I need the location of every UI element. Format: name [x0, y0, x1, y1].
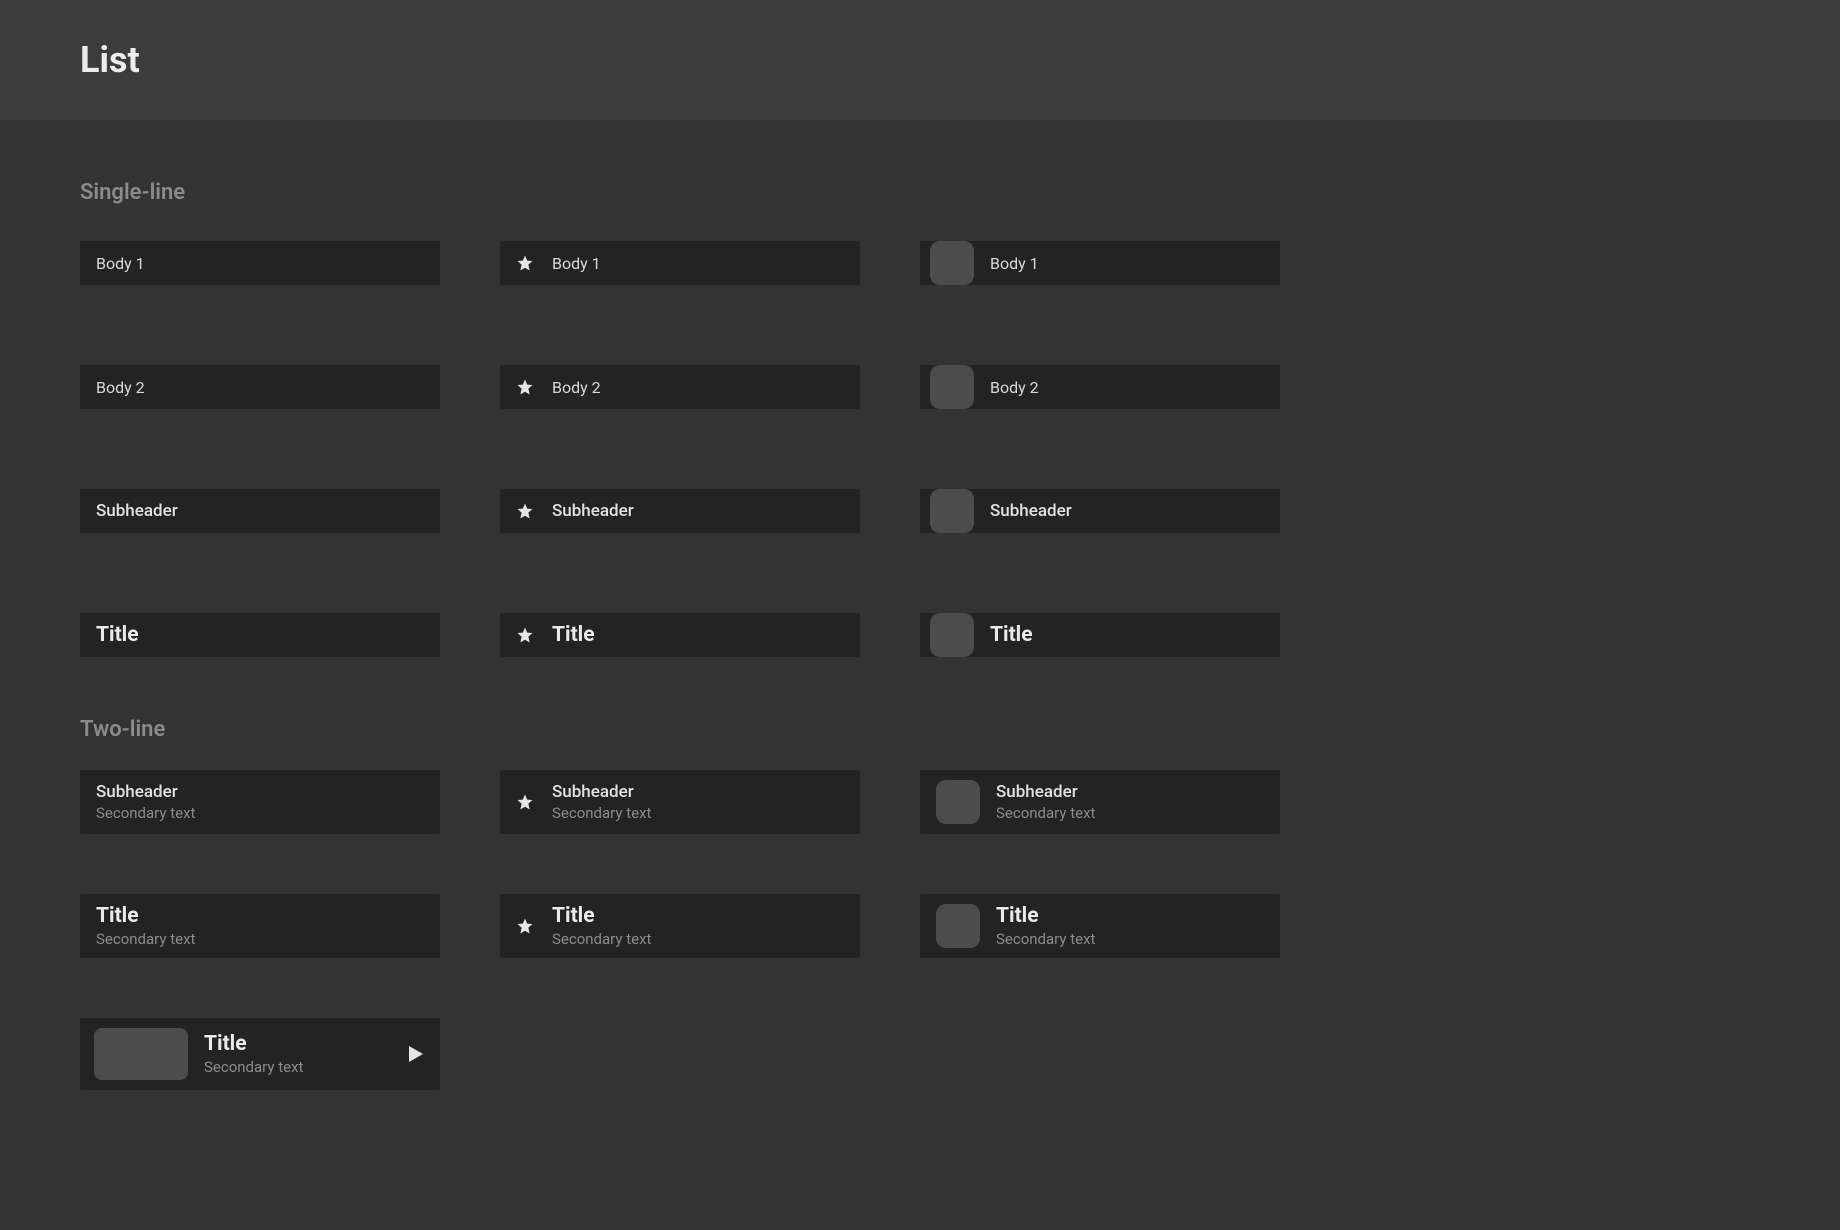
list-item[interactable]: Title Secondary text	[80, 894, 440, 958]
avatar-placeholder	[930, 365, 974, 409]
row-two-title: Title Secondary text Title Secondary tex…	[80, 894, 1760, 958]
list-item-primary: Title	[204, 1032, 402, 1056]
list-item[interactable]: Subheader Secondary text	[500, 770, 860, 834]
list-item-secondary: Secondary text	[552, 804, 844, 822]
list-item-primary: Title	[996, 904, 1264, 928]
star-icon	[516, 626, 534, 644]
list-item[interactable]: Title	[500, 613, 860, 657]
list-item-label: Body 1	[96, 254, 145, 273]
content-area: Single-line Body 1 Body 1 Body 1 Body 2 …	[0, 120, 1840, 1150]
list-item-text: Title Secondary text	[996, 904, 1264, 948]
star-icon	[516, 378, 534, 396]
list-item-label: Body 2	[552, 378, 601, 397]
list-item-label: Body 2	[96, 378, 145, 397]
list-item-text: Title Secondary text	[96, 904, 424, 948]
list-item-label: Title	[990, 623, 1033, 647]
page-title: List	[80, 39, 140, 81]
avatar-placeholder	[936, 904, 980, 948]
row-subheader: Subheader Subheader Subheader	[80, 489, 1760, 533]
play-icon[interactable]	[402, 1042, 426, 1066]
list-item[interactable]: Body 1	[920, 241, 1280, 285]
list-item-label: Subheader	[552, 501, 634, 521]
list-item-secondary: Secondary text	[96, 930, 424, 948]
list-item[interactable]: Title	[920, 613, 1280, 657]
list-item-secondary: Secondary text	[996, 930, 1264, 948]
star-icon	[516, 917, 534, 935]
list-item-primary: Title	[96, 904, 424, 928]
list-item[interactable]: Body 2	[920, 365, 1280, 409]
avatar-placeholder	[930, 613, 974, 657]
row-media: Title Secondary text	[80, 1018, 1760, 1090]
thumbnail-placeholder	[94, 1028, 188, 1080]
list-item-primary: Subheader	[996, 782, 1264, 802]
star-icon	[516, 793, 534, 811]
list-item-text: Subheader Secondary text	[996, 782, 1264, 822]
list-item-text: Title Secondary text	[204, 1032, 402, 1076]
list-item-label: Body 2	[990, 378, 1039, 397]
star-icon	[516, 502, 534, 520]
list-item-text: Title Secondary text	[552, 904, 844, 948]
row-title: Title Title Title	[80, 613, 1760, 657]
list-item-label: Title	[552, 623, 595, 647]
list-item[interactable]: Subheader Secondary text	[920, 770, 1280, 834]
row-two-subheader: Subheader Secondary text Subheader Secon…	[80, 770, 1760, 834]
list-item-label: Title	[96, 623, 139, 647]
page-header: List	[0, 0, 1840, 120]
list-item[interactable]: Subheader	[80, 489, 440, 533]
list-item[interactable]: Subheader Secondary text	[80, 770, 440, 834]
list-item[interactable]: Body 1	[500, 241, 860, 285]
row-body1: Body 1 Body 1 Body 1	[80, 241, 1760, 285]
list-item-label: Body 1	[990, 254, 1039, 273]
list-item[interactable]: Title Secondary text	[80, 1018, 440, 1090]
list-item-secondary: Secondary text	[204, 1058, 402, 1076]
list-item[interactable]: Title Secondary text	[920, 894, 1280, 958]
list-item-secondary: Secondary text	[996, 804, 1264, 822]
list-item[interactable]: Subheader	[500, 489, 860, 533]
list-item-primary: Title	[552, 904, 844, 928]
section-title-single: Single-line	[80, 180, 1760, 205]
list-item[interactable]: Title Secondary text	[500, 894, 860, 958]
list-item-secondary: Secondary text	[552, 930, 844, 948]
list-item[interactable]: Subheader	[920, 489, 1280, 533]
list-item-primary: Subheader	[552, 782, 844, 802]
list-item[interactable]: Title	[80, 613, 440, 657]
avatar-placeholder	[930, 241, 974, 285]
list-item-label: Body 1	[552, 254, 601, 273]
list-item[interactable]: Body 2	[80, 365, 440, 409]
list-item-label: Subheader	[96, 501, 178, 521]
list-item-text: Subheader Secondary text	[552, 782, 844, 822]
list-item[interactable]: Body 2	[500, 365, 860, 409]
star-icon	[516, 254, 534, 272]
list-item-secondary: Secondary text	[96, 804, 424, 822]
section-title-two: Two-line	[80, 717, 1760, 742]
list-item-primary: Subheader	[96, 782, 424, 802]
list-item-text: Subheader Secondary text	[96, 782, 424, 822]
list-item[interactable]: Body 1	[80, 241, 440, 285]
avatar-placeholder	[930, 489, 974, 533]
avatar-placeholder	[936, 780, 980, 824]
row-body2: Body 2 Body 2 Body 2	[80, 365, 1760, 409]
list-item-label: Subheader	[990, 501, 1072, 521]
